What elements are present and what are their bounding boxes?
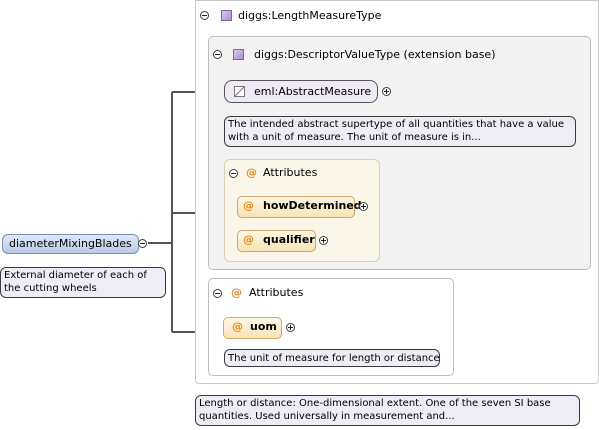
abstract-measure-element[interactable]: eml:AbstractMeasure <box>224 80 378 103</box>
root-element-note: External diameter of each of the cutting… <box>0 267 166 298</box>
note-line: quantities. Used universally in measurem… <box>199 411 455 422</box>
note-line: Length or distance: One-dimensional exte… <box>199 398 551 409</box>
abstract-measure-label: eml:AbstractMeasure <box>254 85 372 98</box>
attribute-howdetermined[interactable]: @ howDetermined <box>237 196 362 218</box>
abstract-measure-note: The intended abstract supertype of all q… <box>224 116 576 147</box>
collapse-root-icon[interactable] <box>138 239 147 248</box>
note-line: The unit of measure for length or distan… <box>228 353 440 364</box>
attribute-icon: @ <box>243 233 254 246</box>
expand-qualifier-icon[interactable] <box>319 236 328 245</box>
note-line: the cutting wheels <box>4 283 97 294</box>
note-line: The intended abstract supertype of all q… <box>228 119 565 130</box>
note-line: with a unit of measure. The unit of meas… <box>228 132 481 143</box>
collapse-attributes-icon[interactable] <box>213 289 222 298</box>
expand-uom-icon[interactable] <box>286 323 295 332</box>
attribute-label: uom <box>250 320 277 333</box>
attributes-title: Attributes <box>249 286 304 299</box>
collapse-type-icon[interactable] <box>200 11 209 20</box>
note-line: External diameter of each of <box>4 270 147 281</box>
attribute-icon: @ <box>231 286 242 299</box>
uom-note: The unit of measure for length or distan… <box>224 349 440 367</box>
attribute-label: qualifier <box>263 233 315 246</box>
expand-howdetermined-icon[interactable] <box>359 202 368 211</box>
complex-type-icon <box>233 49 244 60</box>
extension-title: diggs:DescriptorValueType (extension bas… <box>254 48 496 61</box>
complex-type-icon <box>221 10 232 21</box>
attribute-icon: @ <box>243 199 254 212</box>
expand-abstract-measure-icon[interactable] <box>382 87 391 96</box>
attribute-qualifier[interactable]: @ qualifier <box>237 230 316 252</box>
collapse-attributes-icon[interactable] <box>229 169 238 178</box>
type-title: diggs:LengthMeasureType <box>238 9 382 22</box>
attribute-icon: @ <box>232 320 243 333</box>
type-note: Length or distance: One-dimensional exte… <box>195 395 580 426</box>
attribute-icon: @ <box>246 166 257 179</box>
collapse-extension-icon[interactable] <box>213 50 222 59</box>
attribute-label: howDetermined <box>263 199 362 212</box>
abstract-element-icon <box>234 86 245 97</box>
root-element-diametermixingblades[interactable]: diameterMixingBlades <box>2 234 139 254</box>
attributes-title: Attributes <box>263 166 318 179</box>
attribute-uom[interactable]: @ uom <box>223 317 282 339</box>
